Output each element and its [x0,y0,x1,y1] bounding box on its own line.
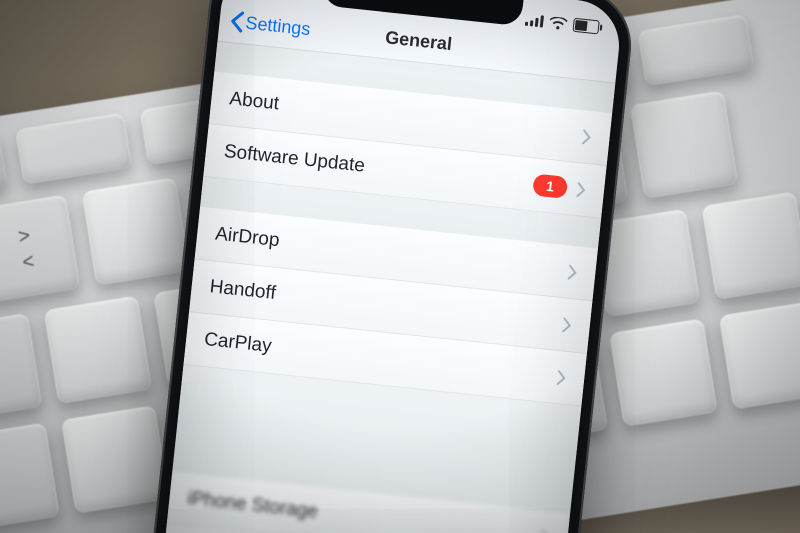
settings-list[interactable]: About Software Update 1 [178,42,615,457]
row-label: iPhone Storage [186,488,319,524]
row-label: Handoff [209,276,277,305]
back-label: Settings [245,12,312,40]
phone: 22:10 [137,0,636,533]
chevron-right-icon [568,264,579,280]
back-button[interactable]: Settings [229,10,312,40]
notification-badge: 1 [532,173,568,198]
chevron-right-icon [556,370,567,386]
key-angle: >< [0,195,81,304]
cellular-signal-icon [525,14,544,28]
wifi-icon [549,16,568,31]
row-label: CarPlay [203,329,273,358]
row-label: AirDrop [214,224,280,253]
chevron-right-icon [562,317,573,333]
scene: esc ±§ >< → [0,0,800,533]
status-time: 22:10 [244,0,284,3]
key [630,90,739,199]
chevron-right-icon [576,182,587,198]
row-label: About [228,88,280,115]
row-iphone-storage[interactable]: iPhone Storage [167,470,570,533]
key [719,301,800,410]
key [0,423,60,533]
chevron-right-icon [582,129,593,145]
chevron-left-icon [229,10,245,33]
battery-icon [572,18,599,35]
key [609,318,718,427]
chevron-right-icon [540,529,551,533]
key [701,191,800,300]
key [82,177,191,286]
key [61,405,170,514]
key [44,296,153,405]
phone-screen: 22:10 [150,0,623,533]
row-label: Software Update [223,141,366,178]
